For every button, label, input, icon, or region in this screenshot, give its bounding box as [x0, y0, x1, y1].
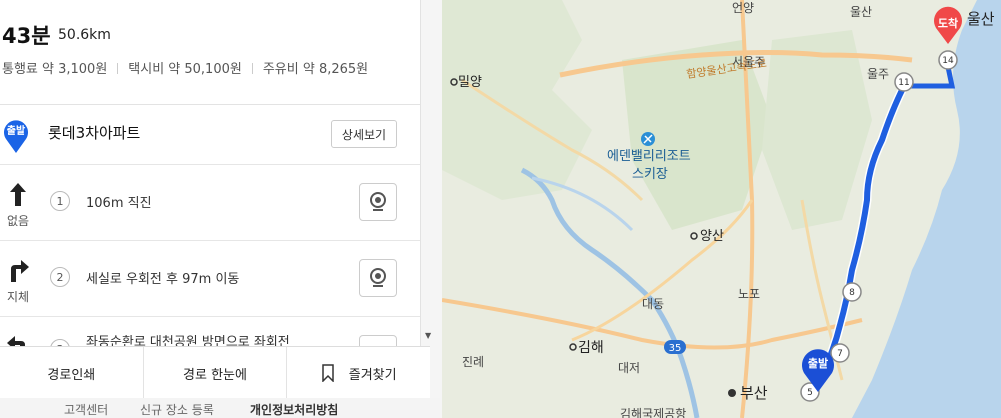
step-instruction: 106m 직진 — [86, 196, 152, 211]
start-place-name: 롯데3차아파트 — [48, 124, 141, 142]
place-label: 울산 — [850, 5, 872, 19]
exit-number: 7 — [837, 349, 843, 359]
print-route-button[interactable]: 경로인쇄 — [0, 347, 144, 399]
map-view[interactable]: 함양울산고속도로 언양 울산 울산 밀양 서울주 울주 에덴밸리리조트 스키장 … — [442, 0, 1001, 418]
place-label: 울산 — [967, 10, 995, 28]
route-panel: 43분 50.6km 통행료 약 3,100원 택시비 약 50,100원 주유비 … — [0, 0, 443, 418]
place-label: 스키장 — [632, 167, 668, 182]
city-dot — [728, 389, 736, 397]
road-view-icon — [370, 268, 386, 287]
place-label: 진례 — [462, 355, 484, 369]
place-label: 노포 — [738, 287, 760, 301]
place-label: 대동 — [642, 297, 664, 311]
place-label: 김해 — [578, 340, 604, 356]
toll-cost: 통행료 약 3,100원 — [2, 62, 108, 77]
divider — [117, 63, 119, 74]
scroll-down-arrow-icon[interactable]: ▼ — [425, 331, 431, 340]
traffic-status: 지체 — [6, 290, 30, 304]
place-label: 울주 — [867, 67, 889, 81]
start-pin-icon: 출발 — [2, 118, 30, 158]
place-label: 언양 — [732, 1, 754, 15]
route-step[interactable]: 3 좌동순환로 대천공원 방면으로 좌회전 — [0, 317, 420, 347]
turn-left-arrow-icon — [6, 333, 30, 347]
route-number: 35 — [669, 343, 682, 354]
exit-number: 14 — [942, 56, 954, 66]
place-label: 밀양 — [458, 75, 482, 90]
route-summary: 43분 50.6km 통행료 약 3,100원 택시비 약 50,100원 주유비 … — [0, 0, 420, 105]
step-number: 2 — [50, 267, 70, 287]
step-instruction: 좌동순환로 대천공원 방면으로 좌회전 — [86, 335, 290, 347]
place-label: 서울주 — [732, 55, 765, 69]
traffic-status: 없음 — [6, 214, 30, 228]
svg-text:도착: 도착 — [938, 16, 958, 30]
turn-right-arrow-icon — [6, 257, 30, 283]
straight-arrow-icon — [6, 181, 30, 207]
place-label: 김해국제공항 — [620, 407, 686, 418]
route-overview-button[interactable]: 경로 한눈에 — [144, 347, 288, 399]
support-link[interactable]: 고객센터 — [64, 401, 108, 418]
fuel-cost: 주유비 약 8,265원 — [262, 62, 369, 77]
favorite-label: 즐겨찾기 — [348, 367, 397, 383]
detail-view-button[interactable]: 상세보기 — [331, 120, 397, 148]
start-point-row: 출발 롯데3차아파트 상세보기 — [0, 104, 420, 165]
road-view-button[interactable] — [359, 259, 397, 297]
bookmark-icon — [322, 364, 334, 382]
place-label: 에덴밸리리조트 — [607, 149, 691, 164]
ski-resort-icon — [641, 132, 655, 146]
taxi-cost: 택시비 약 50,100원 — [128, 62, 242, 77]
register-place-link[interactable]: 신규 장소 등록 — [140, 401, 214, 418]
road-view-button[interactable] — [359, 183, 397, 221]
place-label: 부산 — [740, 384, 768, 402]
svg-text:출발: 출발 — [808, 356, 828, 370]
favorite-button[interactable]: 즐겨찾기 — [287, 347, 430, 399]
route-step[interactable]: 지체 2 세실로 우회전 후 97m 이동 — [0, 241, 420, 317]
place-label: 양산 — [700, 229, 724, 244]
divider — [251, 63, 253, 74]
route-duration: 43분 — [2, 24, 51, 48]
step-number: 1 — [50, 191, 70, 211]
privacy-policy-link[interactable]: 개인정보처리방침 — [250, 401, 338, 418]
route-costs: 통행료 약 3,100원 택시비 약 50,100원 주유비 약 8,265원 — [2, 58, 368, 77]
route-step[interactable]: 없음 1 106m 직진 — [0, 165, 420, 241]
step-instruction: 세실로 우회전 후 97m 이동 — [86, 272, 240, 287]
exit-number: 5 — [807, 388, 813, 398]
exit-number: 8 — [849, 288, 855, 298]
route-distance: 50.6km — [58, 27, 111, 43]
road-view-icon — [370, 192, 386, 211]
place-label: 대저 — [618, 361, 640, 375]
route-action-bar: 경로인쇄 경로 한눈에 즐겨찾기 — [0, 346, 430, 399]
footer-links: 고객센터 신규 장소 등록 개인정보처리방침 — [0, 398, 440, 418]
exit-number: 11 — [898, 78, 909, 88]
